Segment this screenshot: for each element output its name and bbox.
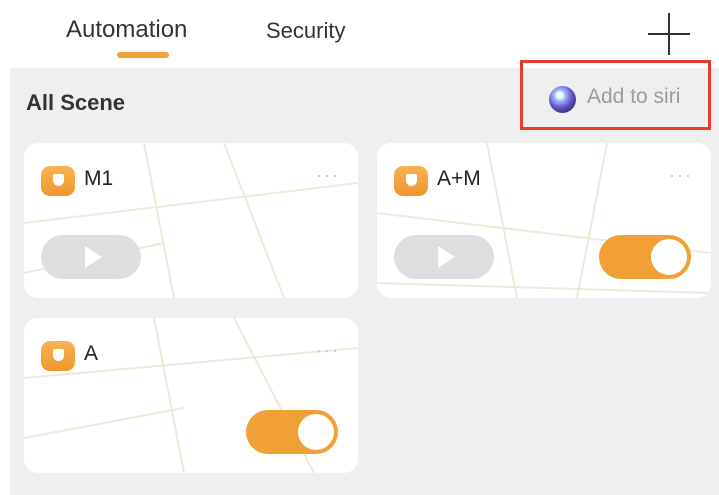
scene-icon: [394, 166, 428, 196]
scene-card-a[interactable]: A ···: [24, 318, 358, 473]
scene-name: M1: [84, 167, 114, 190]
scene-list-area: All Scene Add to siri M1 ··· A+M ··· A ·: [10, 60, 719, 495]
tab-security[interactable]: Security: [266, 18, 345, 44]
more-options-icon[interactable]: ···: [669, 165, 693, 186]
add-to-siri-button[interactable]: Add to siri: [520, 60, 711, 130]
section-title: All Scene: [26, 90, 126, 115]
more-options-icon[interactable]: ···: [316, 340, 340, 361]
active-tab-indicator: [117, 52, 169, 58]
scene-icon: [41, 341, 75, 371]
tab-automation[interactable]: Automation: [66, 16, 187, 44]
scene-card-a-plus-m[interactable]: A+M ···: [377, 143, 711, 298]
toggle-knob: [298, 414, 334, 450]
automation-toggle[interactable]: [246, 410, 338, 454]
add-to-siri-label: Add to siri: [587, 85, 681, 108]
top-bar: Automation Security: [0, 0, 719, 68]
more-options-icon[interactable]: ···: [316, 165, 340, 186]
scene-icon: [41, 166, 75, 196]
play-button[interactable]: [41, 235, 141, 279]
scene-name: A+M: [437, 167, 481, 190]
scene-card-m1[interactable]: M1 ···: [24, 143, 358, 298]
play-button[interactable]: [394, 235, 494, 279]
automation-toggle[interactable]: [599, 235, 691, 279]
toggle-knob: [651, 239, 687, 275]
scene-name: A: [84, 342, 99, 365]
add-scene-button[interactable]: [648, 13, 690, 55]
siri-icon: [549, 86, 576, 113]
